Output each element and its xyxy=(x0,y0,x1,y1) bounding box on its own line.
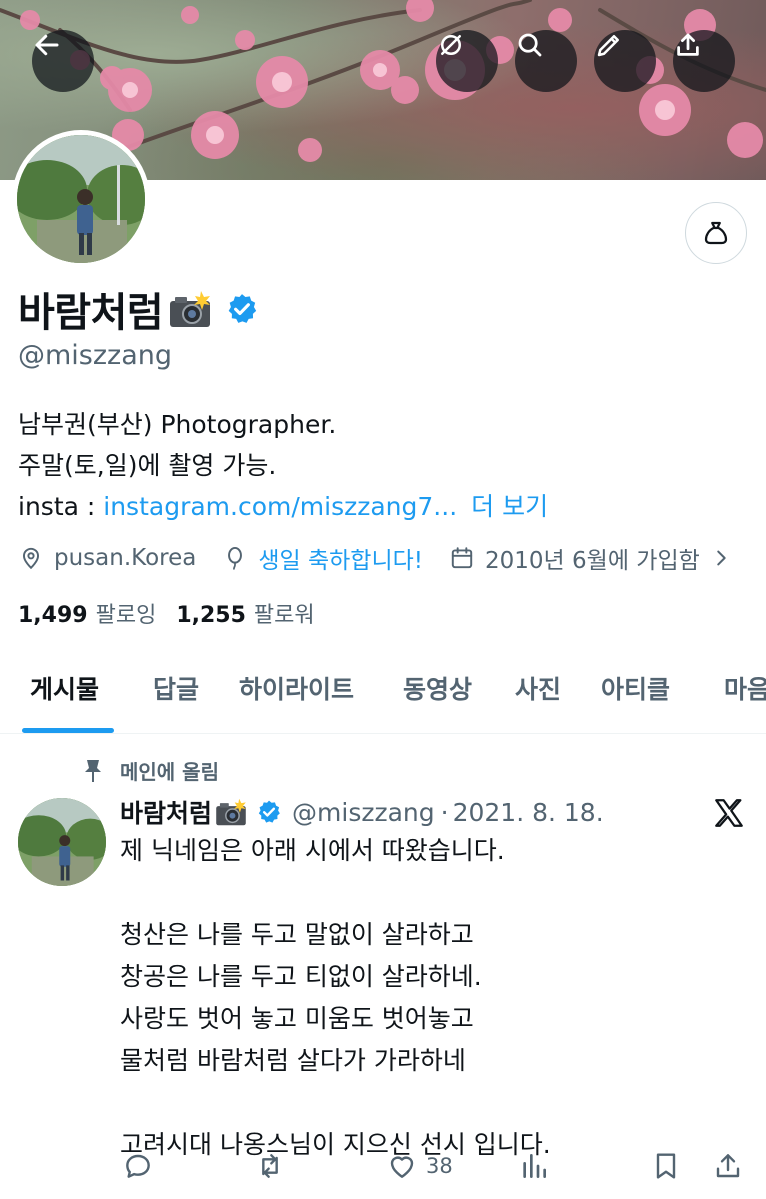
followers-link[interactable]: 1,255 팔로워 xyxy=(176,597,314,629)
like-count: 38 xyxy=(426,1154,453,1178)
hide-button[interactable] xyxy=(436,30,498,92)
followers-count: 1,255 xyxy=(176,603,246,628)
calendar-icon xyxy=(451,547,473,569)
tab-highlights[interactable]: 하이라이트 xyxy=(239,670,354,706)
location-text: pusan.Korea xyxy=(54,545,197,571)
location-pin-icon xyxy=(22,547,40,570)
bio-prefix: insta : xyxy=(18,492,104,521)
bio-line: 주말(토,일)에 촬영 가능. xyxy=(18,451,277,480)
bookmark-icon xyxy=(656,1153,676,1179)
bookmark-button[interactable] xyxy=(650,1150,682,1182)
share-button[interactable] xyxy=(673,30,735,92)
x-logo-icon xyxy=(715,799,743,827)
tweet-author-handle[interactable]: @miszzang xyxy=(292,798,435,827)
birthday-text[interactable]: 생일 축하합니다! xyxy=(258,541,423,575)
joined-date[interactable]: 2010년 6월에 가입함 xyxy=(449,541,732,575)
pinned-label: 메인에 올림 xyxy=(120,760,219,784)
profile-avatar[interactable] xyxy=(12,130,150,268)
views-button[interactable] xyxy=(518,1150,550,1182)
eye-slash-icon xyxy=(441,35,461,55)
edit-button[interactable] xyxy=(594,30,656,92)
arrow-left-icon xyxy=(35,34,59,56)
camera-with-flash-icon xyxy=(170,291,211,327)
location: pusan.Korea xyxy=(18,545,196,571)
followers-label: 팔로워 xyxy=(253,603,315,628)
share-icon xyxy=(716,1154,740,1178)
camera-with-flash-icon xyxy=(216,798,246,826)
verified-badge-icon xyxy=(258,800,280,823)
tab-articles[interactable]: 아티클 xyxy=(601,670,670,706)
tweet-actions: 38 xyxy=(0,1146,766,1190)
tweet-header: 바람처럼 @miszzang · 2021. 8. 18. xyxy=(120,792,604,832)
following-label: 팔로잉 xyxy=(95,603,157,628)
see-more-link[interactable]: 더 보기 xyxy=(471,492,548,521)
money-bag-icon xyxy=(704,221,728,245)
follow-stats: 1,499 팔로잉 1,255 팔로워 xyxy=(18,596,335,630)
repost-button[interactable] xyxy=(254,1150,286,1182)
following-link[interactable]: 1,499 팔로잉 xyxy=(18,597,156,629)
balloon-icon xyxy=(228,546,243,570)
bio-line: 남부권(부산) Photographer. xyxy=(18,410,337,439)
tab-photos[interactable]: 사진 xyxy=(515,670,561,706)
tab-replies[interactable]: 답글 xyxy=(153,670,199,706)
avatar-photo xyxy=(17,135,145,263)
tip-button[interactable] xyxy=(685,202,747,264)
search-icon xyxy=(518,33,542,57)
profile-meta: pusan.Korea 생일 축하합니다! 2010년 6월에 가입함 xyxy=(18,538,758,578)
pencil-icon xyxy=(597,35,619,57)
birthday[interactable]: 생일 축하합니다! xyxy=(222,541,423,575)
analytics-icon xyxy=(523,1154,546,1178)
profile-tabs: 게시물 답글 하이라이트 동영상 사진 아티클 마음 xyxy=(0,656,766,734)
tweet-separator: · xyxy=(440,797,449,827)
active-tab-indicator xyxy=(22,728,114,733)
chevron-right-icon xyxy=(717,550,726,566)
display-name: 바람처럼 xyxy=(18,290,164,336)
reply-button[interactable] xyxy=(122,1150,154,1182)
display-name-row: 바람처럼 xyxy=(18,282,259,336)
tweet-text: 제 닉네임은 아래 시에서 따왔습니다. 청산은 나를 두고 말없이 살라하고 … xyxy=(120,836,551,1159)
reply-icon xyxy=(126,1154,150,1178)
instagram-link[interactable]: instagram.com/miszzang7... xyxy=(103,492,457,521)
pin-icon xyxy=(85,759,101,782)
following-count: 1,499 xyxy=(18,603,88,628)
profile-handle: @miszzang xyxy=(18,340,173,371)
repost-icon xyxy=(262,1154,278,1178)
bio-line: insta : instagram.com/miszzang7... 더 보기 xyxy=(18,486,548,527)
share-icon xyxy=(677,33,699,56)
tab-videos[interactable]: 동영상 xyxy=(403,670,472,706)
tab-likes[interactable]: 마음 xyxy=(724,670,766,706)
verified-badge-icon[interactable] xyxy=(225,292,259,326)
share-tweet-button[interactable] xyxy=(712,1150,744,1182)
tab-posts[interactable]: 게시물 xyxy=(30,670,99,706)
tweet-author-name[interactable]: 바람처럼 xyxy=(120,794,212,830)
heart-icon xyxy=(390,1156,414,1178)
search-button[interactable] xyxy=(515,30,577,92)
tweet-date[interactable]: 2021. 8. 18. xyxy=(453,798,604,827)
like-button[interactable]: 38 xyxy=(386,1150,453,1182)
joined-text: 2010년 6월에 가입함 xyxy=(485,548,700,574)
pinned-indicator: 메인에 올림 xyxy=(82,756,219,785)
back-button[interactable] xyxy=(32,30,94,92)
tweet-avatar[interactable] xyxy=(18,798,106,886)
avatar-photo xyxy=(18,798,106,886)
profile-bio: 남부권(부산) Photographer. 주말(토,일)에 촬영 가능. in… xyxy=(18,404,548,527)
